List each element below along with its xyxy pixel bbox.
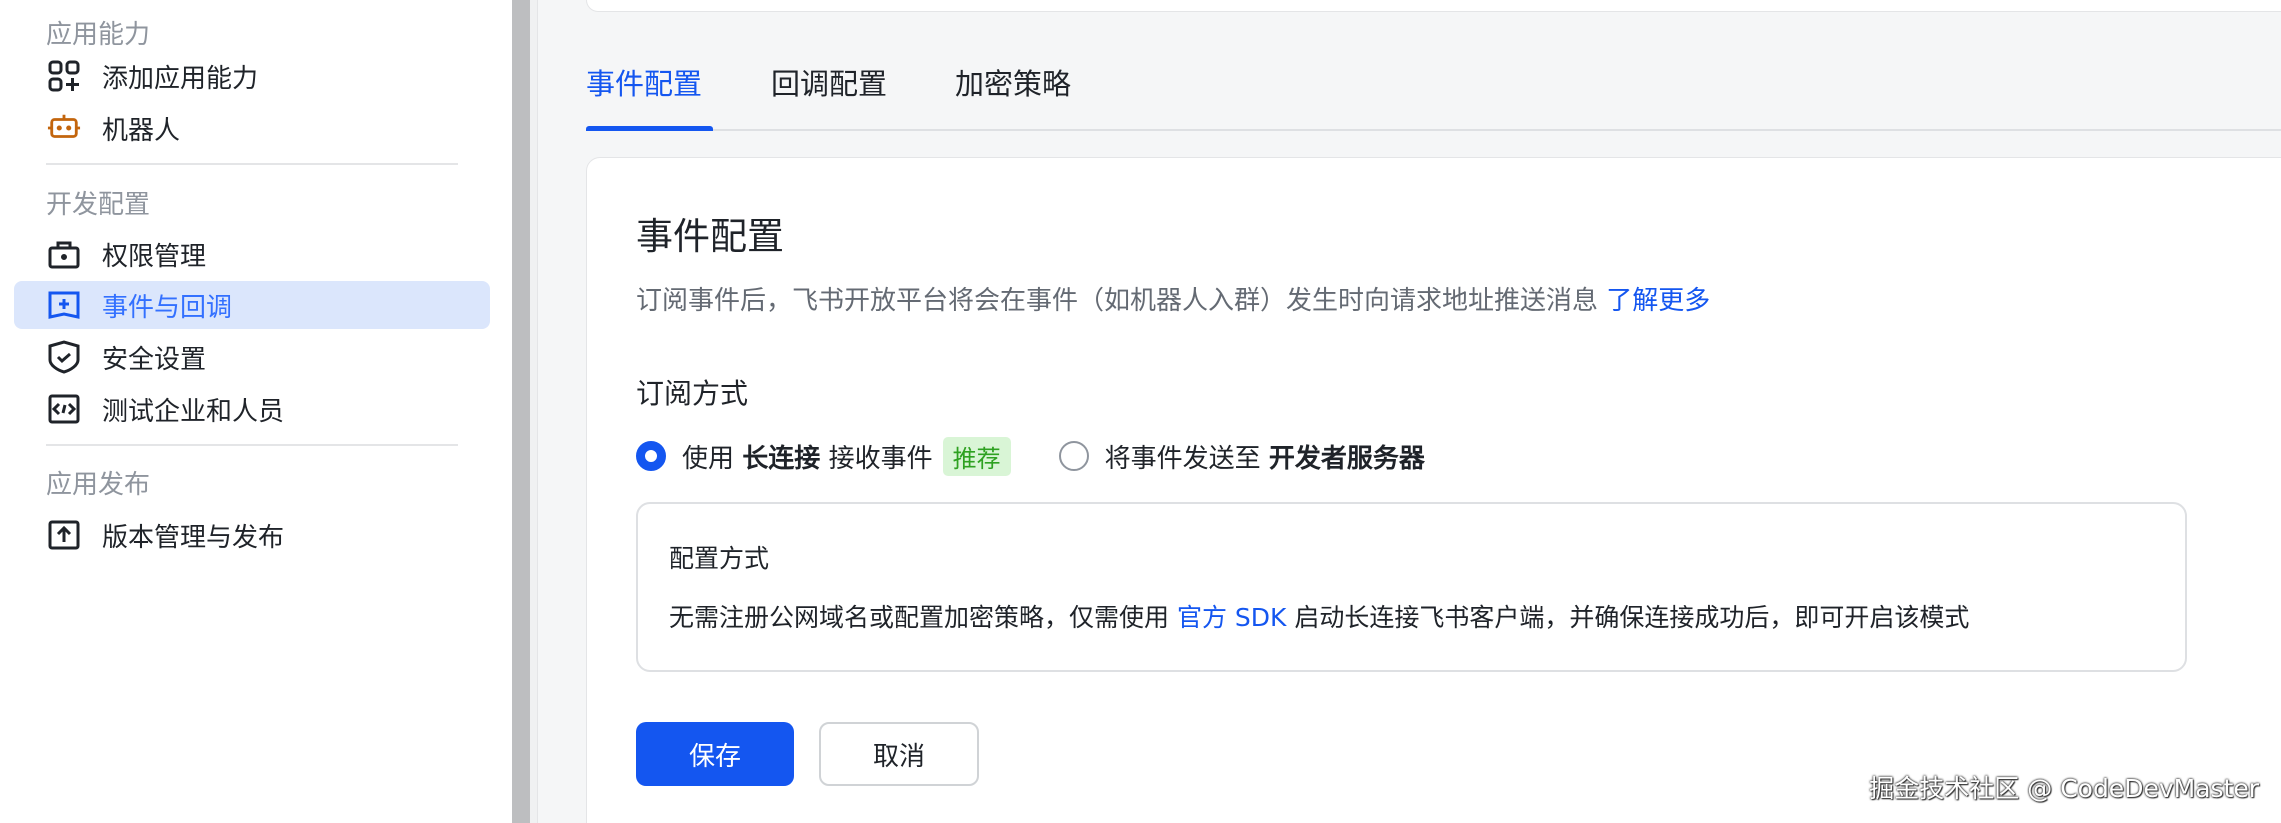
sidebar-item-label: 机器人 — [102, 115, 181, 146]
permission-icon — [47, 237, 81, 271]
shield-check-icon — [47, 340, 81, 374]
subscription-radio-group: 使用 长连接 接收事件 推荐 将事件发送至 开发者服务器 — [636, 436, 1425, 476]
tab-bar: 事件配置 回调配置 加密策略 — [586, 58, 2281, 131]
text-after: 启动长连接飞书客户端，并确保连接成功后，即可开启该模式 — [1294, 603, 1970, 632]
sidebar-item-permissions[interactable]: 权限管理 — [14, 230, 490, 278]
label-bold: 长连接 — [742, 443, 821, 474]
sidebar-item-label: 测试企业和人员 — [102, 396, 285, 427]
sidebar-item-security[interactable]: 安全设置 — [14, 333, 490, 381]
sidebar-item-events-callbacks[interactable]: 事件与回调 — [14, 281, 490, 329]
config-method-box — [636, 502, 2187, 672]
cancel-button[interactable]: 取消 — [819, 722, 979, 786]
section-title-app-release: 应用发布 — [46, 470, 151, 500]
sidebar: 应用能力 添加应用能力 机器人 开发配置 权限管理 事件与回调 安全设置 测试企… — [0, 0, 512, 823]
official-sdk-link[interactable]: 官方 SDK — [1177, 603, 1286, 632]
code-icon — [47, 392, 81, 426]
divider — [46, 444, 458, 446]
radio-unselected[interactable] — [1058, 441, 1089, 471]
section-title-app-capability: 应用能力 — [46, 20, 151, 50]
watermark: 掘金技术社区 @ CodeDevMaster — [1869, 774, 2259, 803]
sidebar-item-add-capability[interactable]: 添加应用能力 — [14, 52, 490, 100]
sidebar-item-label: 安全设置 — [102, 344, 207, 375]
label-prefix: 将事件发送至 — [1104, 443, 1261, 474]
label-suffix: 接收事件 — [828, 443, 933, 474]
robot-icon — [47, 111, 81, 145]
config-method-text: 无需注册公网域名或配置加密策略，仅需使用 官方 SDK 启动长连接飞书客户端，并… — [669, 601, 1969, 635]
add-capability-icon — [47, 59, 81, 93]
active-tab-indicator — [586, 126, 713, 131]
description: 订阅事件后，飞书开放平台将会在事件（如机器人入群）发生时向请求地址推送消息 了解… — [636, 284, 1710, 318]
radio-label: 使用 长连接 接收事件 — [682, 438, 933, 475]
sidebar-item-test-enterprise[interactable]: 测试企业和人员 — [14, 385, 490, 433]
section-title-dev-config: 开发配置 — [46, 190, 151, 220]
text-before: 无需注册公网域名或配置加密策略，仅需使用 — [669, 603, 1170, 632]
tab-event-config[interactable]: 事件配置 — [586, 58, 702, 110]
sidebar-item-label: 版本管理与发布 — [102, 522, 285, 553]
learn-more-link[interactable]: 了解更多 — [1606, 286, 1710, 316]
tab-callback-config[interactable]: 回调配置 — [771, 58, 887, 110]
upload-icon — [47, 518, 81, 552]
save-button[interactable]: 保存 — [636, 722, 794, 786]
top-card — [586, 0, 2281, 12]
sidebar-item-label: 权限管理 — [102, 241, 207, 272]
description-text: 订阅事件后，飞书开放平台将会在事件（如机器人入群）发生时向请求地址推送消息 — [636, 286, 1599, 316]
tab-encryption-strategy[interactable]: 加密策略 — [955, 58, 1071, 110]
sidebar-item-version-release[interactable]: 版本管理与发布 — [14, 511, 490, 559]
label-bold: 开发者服务器 — [1268, 443, 1425, 474]
config-method-title: 配置方式 — [669, 544, 770, 573]
sidebar-item-label: 添加应用能力 — [102, 63, 259, 94]
sidebar-item-robot[interactable]: 机器人 — [14, 104, 490, 152]
recommended-badge: 推荐 — [942, 436, 1011, 476]
label-prefix: 使用 — [682, 443, 735, 474]
radio-selected[interactable] — [636, 441, 666, 471]
divider — [46, 163, 458, 165]
radio-label: 将事件发送至 开发者服务器 — [1105, 438, 1425, 475]
radio-developer-server[interactable]: 将事件发送至 开发者服务器 — [1058, 438, 1425, 475]
sidebar-scrollbar[interactable] — [512, 0, 530, 823]
scrollbar-track — [530, 0, 538, 823]
radio-long-connection[interactable]: 使用 长连接 接收事件 推荐 — [636, 436, 1011, 476]
subscription-label: 订阅方式 — [636, 377, 749, 410]
page-title: 事件配置 — [636, 215, 784, 258]
sidebar-item-label: 事件与回调 — [102, 292, 233, 323]
event-callback-icon — [47, 288, 81, 322]
